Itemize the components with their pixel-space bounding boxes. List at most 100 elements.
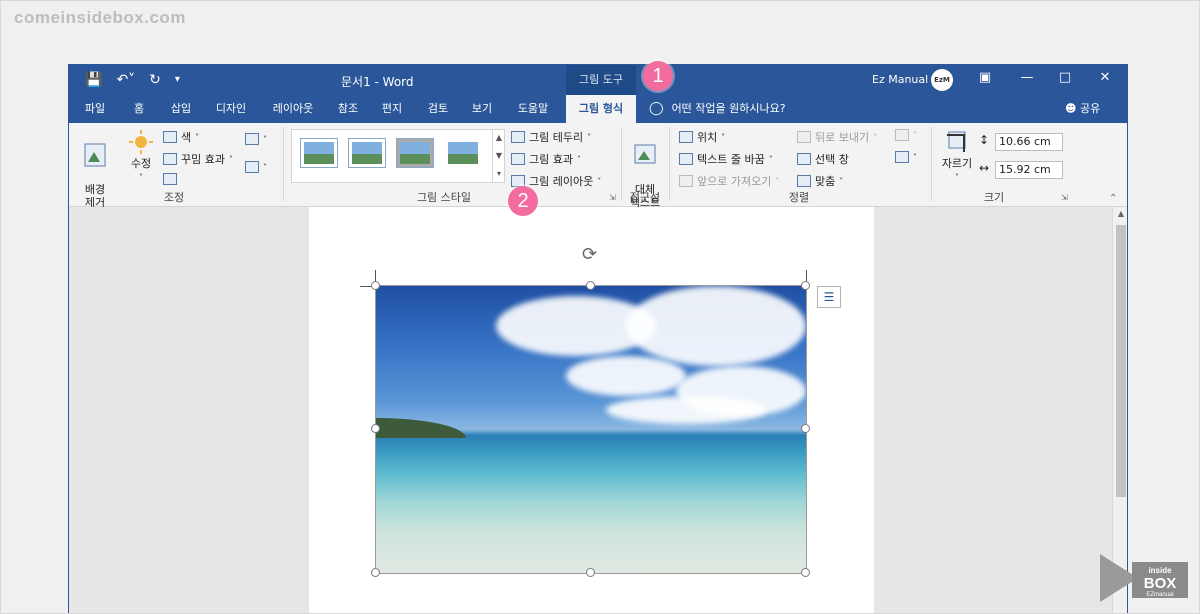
resize-handle[interactable] — [586, 568, 595, 577]
share-button[interactable]: ☻ 공유 — [1065, 95, 1100, 123]
collapse-ribbon-icon[interactable]: ⌃ — [1109, 193, 1117, 204]
width-input[interactable]: 15.92 cm — [995, 161, 1063, 179]
undo-icon[interactable]: ↶˅ — [116, 71, 135, 89]
selection-pane-label: 선택 창 — [815, 153, 849, 166]
change-picture-icon — [245, 161, 259, 173]
save-icon[interactable]: 💾 — [85, 71, 102, 89]
document-title: 문서1 - Word — [341, 75, 414, 89]
avatar[interactable]: EzM — [931, 69, 953, 91]
align-label: 맞춤 — [815, 175, 836, 188]
crop-icon — [947, 131, 966, 152]
resize-handle[interactable] — [801, 424, 810, 433]
color-button[interactable]: 색 ˅ — [163, 129, 199, 145]
width-control: ↔ — [979, 161, 989, 175]
rotate-button[interactable]: ˅ — [895, 151, 917, 163]
selection-pane-button[interactable]: 선택 창 — [797, 151, 849, 167]
style-thumbnail[interactable] — [396, 138, 434, 168]
resize-handle[interactable] — [371, 281, 380, 290]
adjust-group-label: 조정 — [163, 191, 185, 204]
layout-options-icon[interactable]: ☰ — [817, 286, 841, 308]
tab-layout[interactable]: 레이아웃 — [263, 95, 323, 123]
tab-insert[interactable]: 삽입 — [163, 95, 199, 123]
tab-design[interactable]: 디자인 — [207, 95, 255, 123]
tab-home[interactable]: 홈 — [121, 95, 157, 123]
corrections-button[interactable]: 수정 ˅ — [123, 129, 159, 184]
picture-effects-label: 그림 효과 — [529, 153, 573, 166]
tab-references[interactable]: 참조 — [329, 95, 367, 123]
close-icon[interactable]: ✕ — [1095, 70, 1115, 85]
tab-view[interactable]: 보기 — [463, 95, 501, 123]
resize-handle[interactable] — [371, 568, 380, 577]
compress-pictures-button[interactable]: ˅ — [245, 133, 267, 145]
send-backward-button[interactable]: 뒤로 보내기 ˅ — [797, 129, 877, 145]
pen-icon — [511, 131, 525, 143]
group-objects-button[interactable]: ˅ — [895, 129, 917, 141]
scroll-up-icon[interactable]: ▲ — [1113, 209, 1127, 218]
picture-styles-gallery[interactable] — [291, 129, 505, 183]
redo-icon[interactable]: ↻ — [149, 71, 161, 89]
group-divider — [669, 127, 670, 201]
customize-qat-icon[interactable]: ▾ — [175, 71, 180, 89]
ribbon-tabs: 파일 홈 삽입 디자인 레이아웃 참조 편지 검토 보기 도움말 그림 형식 ◯… — [69, 95, 1127, 123]
insidebox-logo: inside BOX EZmanual — [1100, 554, 1188, 602]
wrap-text-label: 텍스트 줄 바꿈 — [697, 153, 765, 166]
maximize-icon[interactable]: □ — [1055, 70, 1075, 85]
user-name[interactable]: Ez Manual — [872, 73, 928, 86]
picture-border-label: 그림 테두리 — [529, 131, 584, 144]
change-picture-button[interactable]: ˅ — [245, 161, 267, 173]
group-objects-icon — [895, 129, 909, 141]
align-icon — [797, 175, 811, 187]
color-icon — [163, 131, 177, 143]
title-bar: 💾 ↶˅ ↻ ▾ 문서1 - Word 그림 도구 Ez Manual EzM … — [69, 65, 1127, 95]
scroll-thumb[interactable] — [1116, 225, 1126, 497]
remove-background-label: 배경 제거 — [84, 183, 106, 209]
resize-handle[interactable] — [801, 568, 810, 577]
picture-layout-label: 그림 레이아웃 — [529, 175, 594, 188]
sun-icon — [129, 130, 153, 154]
remove-background-icon — [84, 143, 106, 167]
resize-handle[interactable] — [586, 281, 595, 290]
resize-handle[interactable] — [801, 281, 810, 290]
tab-review[interactable]: 검토 — [419, 95, 457, 123]
share-label: 공유 — [1079, 102, 1101, 115]
position-button[interactable]: 위치 ˅ — [679, 129, 725, 145]
tab-file[interactable]: 파일 — [75, 95, 115, 123]
bring-forward-button[interactable]: 앞으로 가져오기 ˅ — [679, 173, 779, 189]
accessibility-group-label: 접근성 — [629, 191, 661, 204]
style-thumbnail[interactable] — [348, 138, 386, 168]
align-button[interactable]: 맞춤 ˅ — [797, 173, 843, 189]
picture-border-button[interactable]: 그림 테두리 ˅ — [511, 129, 591, 145]
rotate-objects-icon — [895, 151, 909, 163]
position-label: 위치 — [697, 131, 718, 144]
resize-handle[interactable] — [371, 424, 380, 433]
tab-picture-format[interactable]: 그림 형식 — [566, 95, 636, 123]
bring-forward-label: 앞으로 가져오기 — [697, 175, 772, 188]
wrap-text-button[interactable]: 텍스트 줄 바꿈 ˅ — [679, 151, 773, 167]
group-divider — [283, 127, 284, 201]
tab-help[interactable]: 도움말 — [509, 95, 557, 123]
height-input[interactable]: 10.66 cm — [995, 133, 1063, 151]
lightbulb-icon: ◯ — [649, 101, 664, 116]
callout-2: 2 — [508, 186, 538, 216]
alt-text-icon — [634, 144, 656, 164]
artistic-effects-button[interactable]: 꾸밈 효과 ˅ — [163, 151, 233, 167]
size-launcher-icon[interactable]: ⇲ — [1061, 193, 1068, 202]
crop-button[interactable]: 자르기 ˅ — [939, 129, 975, 184]
rotate-handle-icon[interactable]: ⟳ — [582, 244, 597, 265]
gallery-scroll[interactable]: ▲ ▼ ▾ — [492, 129, 505, 183]
transparency-button[interactable] — [163, 173, 177, 185]
tell-me-search[interactable]: ◯ 어떤 작업을 원하시나요? — [649, 95, 786, 123]
callout-1: 1 — [643, 61, 673, 91]
remove-background-button[interactable]: 배경 제거 — [77, 129, 113, 209]
selection-border — [375, 285, 807, 574]
group-divider — [931, 127, 932, 201]
style-thumbnail[interactable] — [300, 138, 338, 168]
minimize-icon[interactable]: — — [1017, 70, 1037, 85]
send-backward-label: 뒤로 보내기 — [815, 131, 870, 144]
picture-effects-button[interactable]: 그림 효과 ˅ — [511, 151, 581, 167]
artistic-effects-icon — [163, 153, 177, 165]
styles-launcher-icon[interactable]: ⇲ — [609, 193, 616, 202]
ribbon-display-icon[interactable]: ▣ — [975, 70, 995, 85]
style-thumbnail[interactable] — [444, 138, 482, 168]
tab-mailings[interactable]: 편지 — [373, 95, 411, 123]
